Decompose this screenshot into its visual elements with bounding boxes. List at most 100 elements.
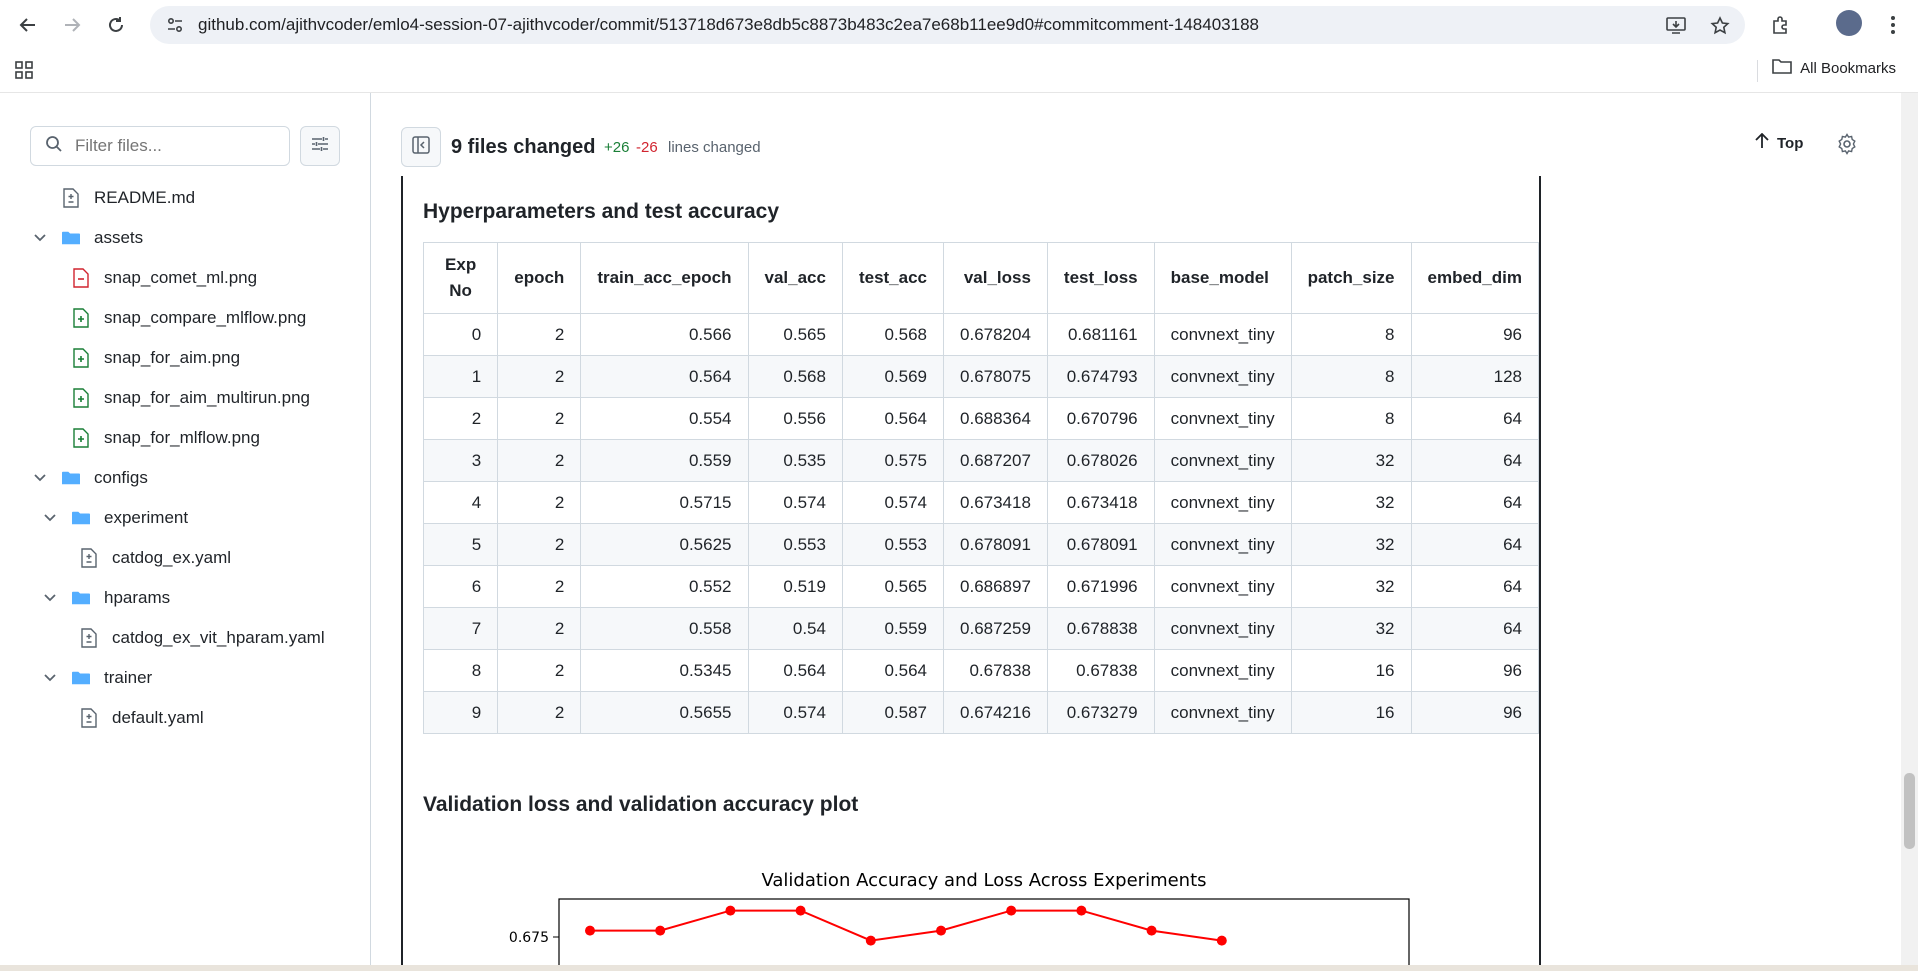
apps-grid-icon[interactable]: [14, 60, 34, 80]
address-bar[interactable]: github.com/ajithvcoder/emlo4-session-07-…: [150, 6, 1745, 44]
forward-arrow-icon[interactable]: [58, 11, 86, 39]
arrow-up-icon: [1755, 132, 1769, 153]
tree-item-label: assets: [94, 228, 144, 247]
data-point: [585, 925, 595, 936]
table-cell: 0.678075: [943, 355, 1048, 398]
table-row: 2 2 0.554 0.556 0.564 0.688364 0.670796 convnex…: [422, 397, 1539, 440]
table-cell: 0.575: [841, 439, 945, 482]
folder-icon: [72, 668, 90, 688]
col-header: test_loss: [1046, 242, 1155, 314]
y-tick-label: 0.675: [509, 930, 549, 946]
chart-title: Validation Accuracy and Loss Across Expe…: [761, 870, 1206, 891]
table-cell: 0.564: [841, 397, 945, 440]
table-cell: 64: [1410, 397, 1539, 440]
extensions-icon[interactable]: [1770, 14, 1792, 36]
tree-item-snap-for-aim[interactable]: snap_for_aim.png: [72, 338, 240, 378]
table-cell: 0.674216: [943, 691, 1048, 734]
file-diff-modified-icon: [62, 188, 80, 208]
tree-folder-experiment[interactable]: experiment: [42, 498, 188, 538]
filter-files-input[interactable]: [73, 135, 277, 157]
reload-icon[interactable]: [102, 11, 130, 39]
table-cell: convnext_tiny: [1153, 523, 1292, 566]
chevron-down-icon[interactable]: [42, 510, 58, 526]
menu-kebab-icon[interactable]: [1882, 14, 1904, 36]
profile-avatar[interactable]: [1836, 10, 1862, 36]
tree-folder-hparams[interactable]: hparams: [42, 578, 170, 618]
tree-item-catdog-ex-vit-hparam[interactable]: catdog_ex_vit_hparam.yaml: [80, 618, 325, 658]
folder-icon: [72, 588, 90, 608]
bookmark-star-icon[interactable]: [1709, 15, 1731, 37]
table-cell: convnext_tiny: [1153, 397, 1292, 440]
table-cell: 2: [497, 607, 582, 650]
data-point: [1216, 935, 1227, 946]
table-cell: 16: [1290, 649, 1412, 692]
tree-item-readme[interactable]: README.md: [62, 178, 195, 218]
col-header: test_acc: [841, 242, 945, 314]
tree-item-default-yaml[interactable]: default.yaml: [80, 698, 204, 738]
table-cell: 0.678091: [1046, 523, 1155, 566]
all-bookmarks-label: All Bookmarks: [1800, 59, 1896, 77]
url-text[interactable]: github.com/ajithvcoder/emlo4-session-07-…: [198, 15, 1259, 35]
back-arrow-icon[interactable]: [14, 11, 42, 39]
data-point: [865, 935, 876, 946]
tree-item-snap-compare-mlflow[interactable]: snap_compare_mlflow.png: [72, 298, 306, 338]
table-cell: 0.565: [747, 313, 843, 356]
back-to-top-button[interactable]: Top: [1755, 132, 1803, 153]
table-cell: 8: [1290, 355, 1412, 398]
plot-frame: [558, 898, 1410, 966]
table-cell: 2: [497, 691, 582, 734]
table-cell: 2: [497, 439, 582, 482]
table-cell: 0.678026: [1046, 439, 1155, 482]
table-row: 3 2 0.559 0.535 0.575 0.687207 0.678026 convnex…: [422, 439, 1539, 482]
tree-folder-configs[interactable]: configs: [32, 458, 148, 498]
bookmarks-bar: [0, 50, 1918, 93]
table-cell: 0.574: [747, 481, 843, 524]
file-diff-added-icon: [72, 428, 90, 448]
filter-options-button[interactable]: [300, 126, 340, 166]
tree-item-snap-for-mlflow[interactable]: snap_for_mlflow.png: [72, 418, 260, 458]
table-cell: 2: [497, 523, 582, 566]
all-bookmarks-button[interactable]: All Bookmarks: [1772, 58, 1896, 78]
tree-folder-trainer[interactable]: trainer: [42, 658, 152, 698]
install-app-icon[interactable]: [1665, 15, 1687, 37]
table-cell: 64: [1410, 481, 1539, 524]
sliders-icon: [311, 135, 329, 158]
data-point: [1076, 905, 1087, 916]
table-cell: 0.673418: [943, 481, 1048, 524]
tree-folder-assets[interactable]: assets: [32, 218, 143, 258]
toggle-file-tree-button[interactable]: [401, 127, 441, 167]
scrollbar-thumb[interactable]: [1904, 773, 1915, 849]
table-cell: 0.688364: [943, 397, 1048, 440]
chevron-down-icon[interactable]: [42, 670, 58, 686]
validation-plot-image: Validation Accuracy and Loss Across Expe…: [403, 836, 1539, 966]
files-changed-count: 9 files changed: [451, 136, 596, 158]
section-heading-plot: Validation loss and validation accuracy …: [423, 793, 859, 816]
tree-item-catdog-ex[interactable]: catdog_ex.yaml: [80, 538, 231, 578]
data-point: [795, 905, 806, 916]
table-cell: convnext_tiny: [1153, 565, 1292, 608]
table-row: 4 2 0.5715 0.574 0.574 0.673418 0.673418 convne…: [422, 481, 1539, 524]
tree-item-label: experiment: [104, 508, 189, 527]
chevron-down-icon[interactable]: [42, 590, 58, 606]
data-point: [1006, 905, 1017, 916]
table-cell: 64: [1410, 523, 1539, 566]
table-row: 7 2 0.558 0.54 0.559 0.687259 0.678838 convnext…: [422, 607, 1539, 650]
table-cell: convnext_tiny: [1153, 439, 1292, 482]
table-cell: 0.678204: [943, 313, 1048, 356]
table-cell: convnext_tiny: [1153, 607, 1292, 650]
filter-files-box[interactable]: [30, 126, 290, 166]
table-cell: 0.535: [747, 439, 843, 482]
data-point: [1146, 925, 1157, 936]
tree-item-snap-for-aim-multirun[interactable]: snap_for_aim_multirun.png: [72, 378, 310, 418]
table-cell: 8: [1290, 397, 1412, 440]
gear-icon[interactable]: [1836, 133, 1858, 155]
page-scrollbar[interactable]: [1901, 93, 1918, 965]
site-settings-icon[interactable]: [164, 14, 186, 36]
table-cell: 0.553: [747, 523, 843, 566]
col-header: Exp No: [422, 242, 499, 314]
rendered-markdown-view: Hyperparameters and test accuracy Exp No …: [401, 176, 1541, 966]
tree-item-snap-comet-ml[interactable]: snap_comet_ml.png: [72, 258, 257, 298]
chevron-down-icon[interactable]: [32, 470, 48, 486]
table-cell: 2: [497, 397, 582, 440]
chevron-down-icon[interactable]: [32, 230, 48, 246]
